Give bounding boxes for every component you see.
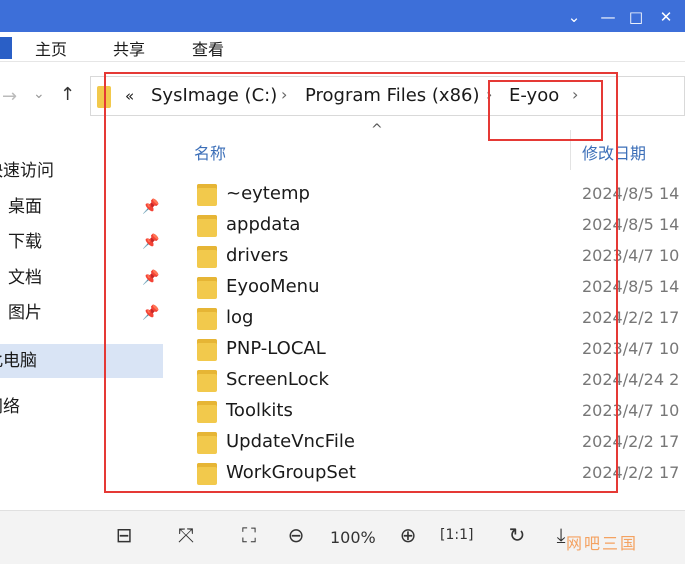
sidebar-item-label: 下载 <box>8 232 42 252</box>
sidebar-item-label: 快速访问 <box>0 161 54 181</box>
annotation-box-folder <box>488 80 603 141</box>
sidebar-item-label: 此电脑 <box>0 351 37 371</box>
one-to-one-icon[interactable]: [1:1] <box>440 527 473 555</box>
tab-view[interactable]: 查看 <box>192 36 224 60</box>
tab-home[interactable]: 主页 <box>35 36 67 60</box>
chevron-down-icon[interactable]: ⌄ <box>563 6 585 28</box>
zoom-out-icon[interactable]: ⊖ <box>282 523 310 551</box>
close-button[interactable]: ✕ <box>655 6 677 28</box>
title-bar: ⌄ — □ ✕ <box>0 0 685 32</box>
sidebar-item-label: 图片 <box>8 303 42 323</box>
actual-size-icon[interactable]: ⛶ <box>235 523 263 551</box>
watermark-logo: 网吧三国 <box>566 534 639 553</box>
tab-share[interactable]: 共享 <box>113 36 145 60</box>
maximize-button[interactable]: □ <box>625 6 647 28</box>
file-tab[interactable] <box>0 37 12 59</box>
rotate-icon[interactable]: ↻ <box>503 523 531 551</box>
ribbon: 主页 共享 查看 <box>0 32 685 62</box>
sidebar-item-label: 文档 <box>8 268 42 288</box>
recent-locations-icon[interactable]: ⌄ <box>33 86 45 102</box>
forward-icon[interactable]: → <box>2 86 17 107</box>
minimize-button[interactable]: — <box>597 6 619 28</box>
zoom-level: 100% <box>330 528 376 547</box>
up-arrow-icon[interactable]: ↑ <box>60 84 75 105</box>
sidebar-item-label: 网络 <box>0 397 20 417</box>
sidebar-item-label: 桌面 <box>8 197 42 217</box>
thumbnails-icon[interactable]: ⊟ <box>110 523 138 551</box>
fit-icon[interactable]: ⤧ <box>172 523 200 551</box>
zoom-in-icon[interactable]: ⊕ <box>394 523 422 551</box>
viewer-toolbar: ⊟ ⤧ ⛶ ⊖ 100% ⊕ [1:1] ↻ ⤓ 网吧三国 <box>0 510 685 564</box>
